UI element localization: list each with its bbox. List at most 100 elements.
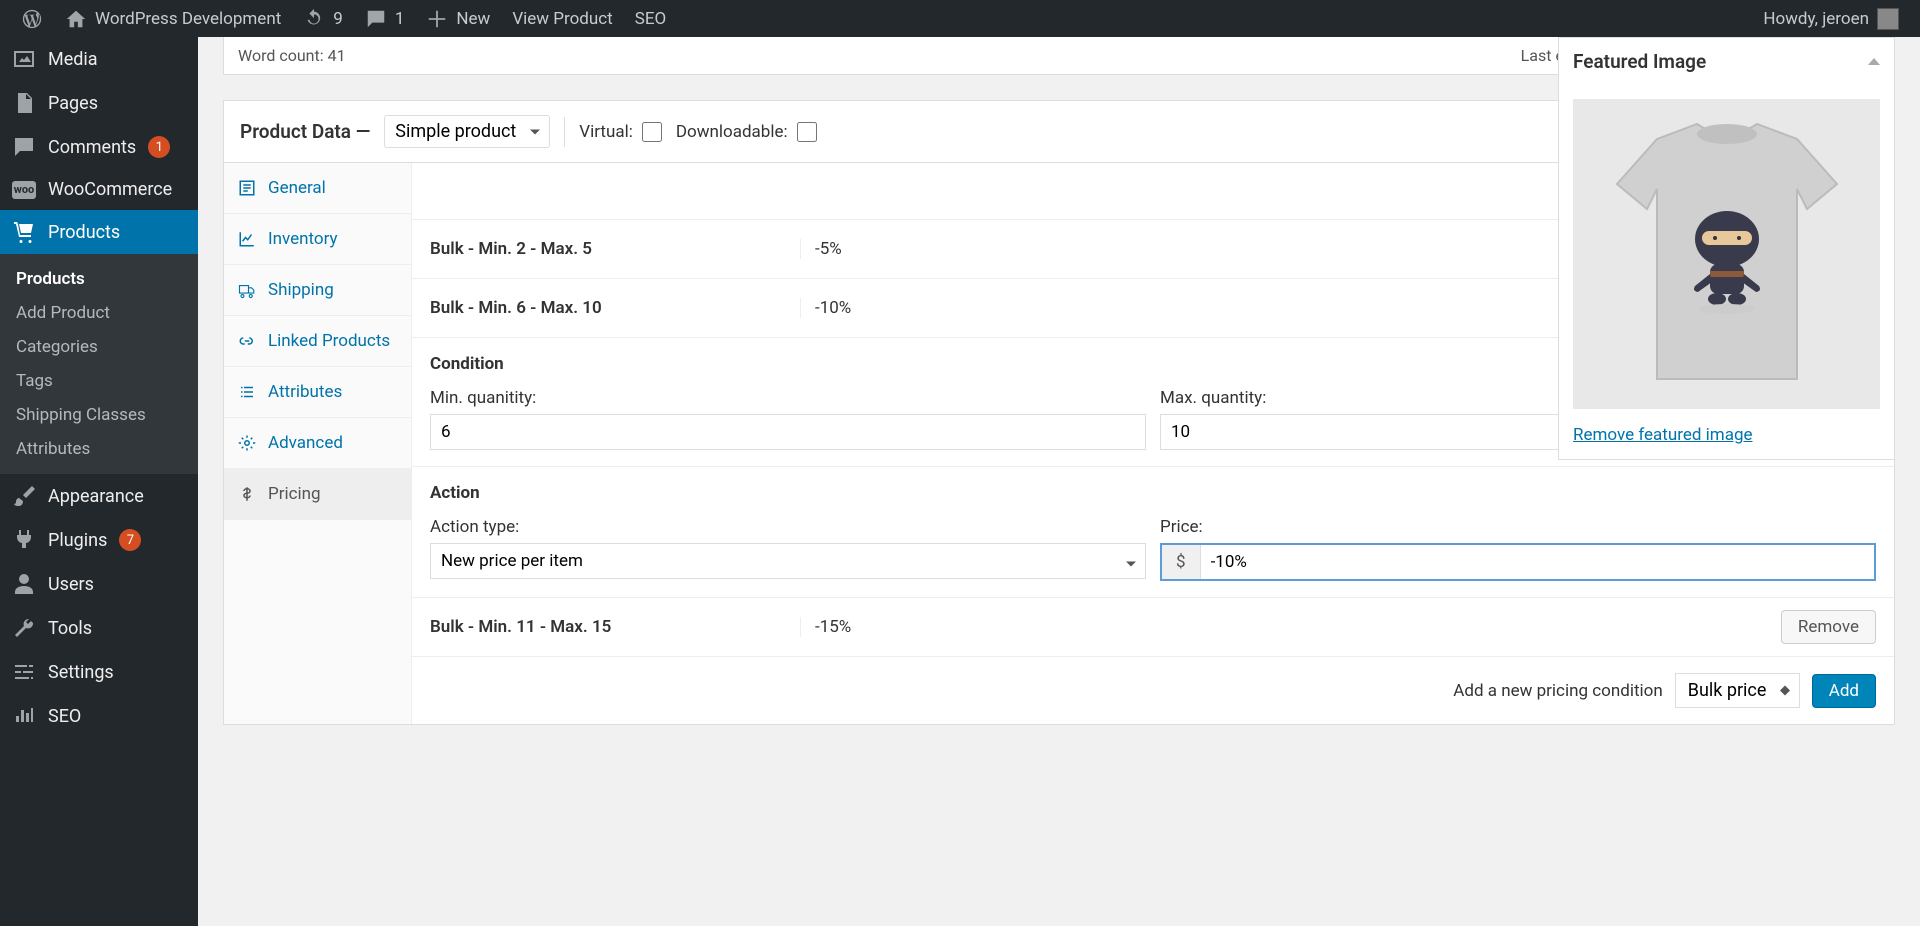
remove-rule-button[interactable]: Remove <box>1781 610 1876 644</box>
product-data-tabs: General Inventory Shipping Linked Produc… <box>224 163 412 724</box>
tab-pricing[interactable]: Pricing <box>224 469 411 520</box>
pricing-rule-row: Bulk - Min. 11 - Max. 15 -15% Remove <box>412 598 1894 657</box>
comments-link[interactable]: 1 <box>354 0 416 37</box>
new-content-link[interactable]: New <box>415 0 501 37</box>
action-heading: Action <box>430 483 1876 503</box>
site-home[interactable]: WordPress Development <box>54 0 292 37</box>
updates-count: 9 <box>333 9 343 29</box>
rule-name: Bulk - Min. 11 - Max. 15 <box>430 617 800 637</box>
downloadable-toggle[interactable]: Downloadable: <box>676 122 817 142</box>
menu-comments[interactable]: Comments 1 <box>0 125 198 169</box>
brush-icon <box>12 484 36 508</box>
menu-tools[interactable]: Tools <box>0 606 198 650</box>
add-condition-select[interactable]: Bulk price <box>1675 673 1800 708</box>
submenu-tags[interactable]: Tags <box>0 364 198 398</box>
submenu-shipping-classes[interactable]: Shipping Classes <box>0 398 198 432</box>
view-product-link[interactable]: View Product <box>501 0 623 37</box>
wp-logo[interactable] <box>10 0 54 37</box>
metabox-toggle[interactable] <box>1868 58 1880 65</box>
comments-badge: 1 <box>148 136 170 158</box>
submenu-products[interactable]: Products <box>0 262 198 296</box>
plugins-badge: 7 <box>119 529 141 551</box>
avatar <box>1877 8 1899 30</box>
min-qty-label: Min. quanitity: <box>430 388 1146 408</box>
tab-shipping[interactable]: Shipping <box>224 265 411 316</box>
menu-woocommerce[interactable]: woo WooCommerce <box>0 169 198 210</box>
cart-icon <box>12 220 36 244</box>
product-type-select[interactable]: Simple product <box>384 115 550 148</box>
list-icon <box>238 383 256 401</box>
media-icon <box>12 47 36 71</box>
plug-icon <box>12 528 36 552</box>
menu-pages[interactable]: Pages <box>0 81 198 125</box>
rule-name: Bulk - Min. 2 - Max. 5 <box>430 239 800 259</box>
price-label: Price: <box>1160 517 1876 537</box>
rule-name: Bulk - Min. 6 - Max. 10 <box>430 298 800 318</box>
menu-products[interactable]: Products <box>0 210 198 254</box>
pages-icon <box>12 91 36 115</box>
plus-icon <box>426 8 448 30</box>
action-type-select[interactable]: New price per item <box>430 543 1146 579</box>
tab-advanced[interactable]: Advanced <box>224 418 411 469</box>
price-input-group: $ <box>1160 543 1876 581</box>
seo-link[interactable]: SEO <box>624 0 677 37</box>
rule-discount: -5% <box>800 239 880 259</box>
comment-icon <box>12 135 36 159</box>
admin-bar: WordPress Development 9 1 New View Produ… <box>0 0 1920 37</box>
divider <box>564 117 565 147</box>
home-icon <box>65 8 87 30</box>
submenu-attributes[interactable]: Attributes <box>0 432 198 466</box>
rule-discount: -10% <box>800 298 880 318</box>
gear-icon <box>238 434 256 452</box>
products-submenu: Products Add Product Categories Tags Shi… <box>0 254 198 474</box>
howdy-link[interactable]: Howdy, jeroen <box>1752 0 1910 37</box>
action-section: Action Action type: New price per item P <box>412 467 1894 598</box>
menu-appearance[interactable]: Appearance <box>0 474 198 518</box>
submenu-add-product[interactable]: Add Product <box>0 296 198 330</box>
featured-image-title: Featured Image <box>1573 50 1706 73</box>
menu-media[interactable]: Media <box>0 37 198 81</box>
wrench-icon <box>12 616 36 640</box>
new-label: New <box>456 9 490 29</box>
add-condition-row: Add a new pricing condition Bulk price A… <box>412 657 1894 724</box>
woo-icon: woo <box>12 181 36 199</box>
add-button[interactable]: Add <box>1812 674 1876 708</box>
site-name-label: WordPress Development <box>95 9 281 29</box>
general-icon <box>238 179 256 197</box>
remove-featured-image-link[interactable]: Remove featured image <box>1573 425 1753 445</box>
dollar-icon <box>238 485 256 503</box>
price-input[interactable] <box>1201 545 1874 579</box>
menu-plugins[interactable]: Plugins 7 <box>0 518 198 562</box>
menu-seo[interactable]: SEO <box>0 694 198 738</box>
admin-sidebar: Media Pages Comments 1 woo WooCommerce P… <box>0 37 198 926</box>
currency-symbol: $ <box>1162 545 1201 579</box>
tab-general[interactable]: General <box>224 163 411 214</box>
comments-bar-count: 1 <box>395 9 405 29</box>
rule-discount: -15% <box>800 617 880 637</box>
virtual-checkbox[interactable] <box>642 122 662 142</box>
chart-icon <box>238 230 256 248</box>
menu-users[interactable]: Users <box>0 562 198 606</box>
tab-linked[interactable]: Linked Products <box>224 316 411 367</box>
product-data-title: Product Data — <box>240 120 370 143</box>
submenu-categories[interactable]: Categories <box>0 330 198 364</box>
updates-link[interactable]: 9 <box>292 0 354 37</box>
tab-attributes[interactable]: Attributes <box>224 367 411 418</box>
user-icon <box>12 572 36 596</box>
tshirt-icon <box>1597 109 1857 399</box>
truck-icon <box>238 281 256 299</box>
downloadable-checkbox[interactable] <box>797 122 817 142</box>
action-type-label: Action type: <box>430 517 1146 537</box>
refresh-icon <box>303 8 325 30</box>
howdy-label: Howdy, jeroen <box>1763 9 1869 29</box>
tab-inventory[interactable]: Inventory <box>224 214 411 265</box>
add-condition-label: Add a new pricing condition <box>1453 681 1662 701</box>
menu-settings[interactable]: Settings <box>0 650 198 694</box>
featured-image-thumbnail[interactable] <box>1573 99 1880 409</box>
virtual-toggle[interactable]: Virtual: <box>579 122 662 142</box>
min-qty-input[interactable] <box>430 414 1146 450</box>
caret-up-icon <box>1868 58 1880 65</box>
featured-image-metabox: Featured Image <box>1558 37 1895 460</box>
sliders-icon <box>12 660 36 684</box>
comment-icon <box>365 8 387 30</box>
